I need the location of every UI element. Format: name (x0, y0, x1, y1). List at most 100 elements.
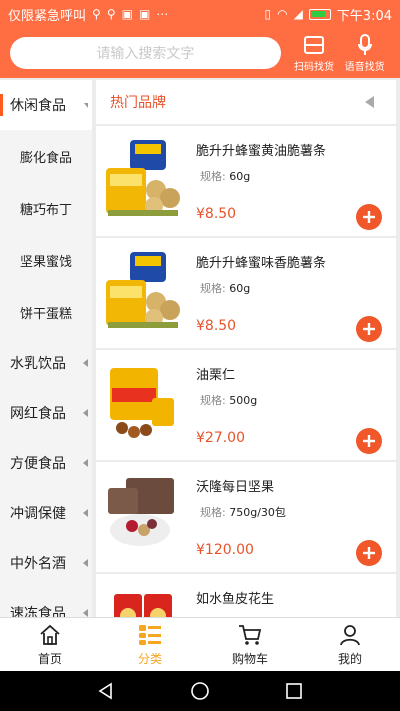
spec-value: 60g (229, 170, 251, 183)
user-icon (339, 622, 361, 648)
home-circle-icon[interactable] (190, 681, 210, 701)
sidebar-item-frozen[interactable]: 速冻食品 (0, 588, 92, 617)
plus-icon (363, 323, 375, 335)
vibrate-icon: ▯ (264, 7, 272, 21)
scan-label: 扫码找货 (294, 61, 335, 73)
usb-icon: ⚲ (92, 7, 101, 21)
product-card[interactable]: 如水鱼皮花生 规格: 200g (96, 574, 396, 617)
spec-value: 750g/30包 (229, 506, 286, 519)
product-image (102, 138, 184, 220)
chevron-left-icon (83, 559, 88, 567)
scan-button[interactable]: 扫码找货 (289, 34, 340, 73)
nav-label: 首页 (37, 652, 62, 666)
nav-label: 购物车 (231, 652, 268, 666)
spec-value: 500g (229, 394, 258, 407)
microphone-icon (357, 33, 373, 56)
product-price: ¥120.00 (196, 542, 254, 558)
sidebar-item-drinks[interactable]: 水乳饮品 (0, 338, 92, 388)
sidebar-item-label: 方便食品 (10, 456, 66, 472)
product-spec: 规格: 60g (200, 280, 250, 296)
plus-icon (363, 435, 375, 447)
subcategory-candy-pudding[interactable]: 糖巧布丁 (0, 182, 92, 234)
product-name: 脆升升蜂蜜黄油脆薯条 (196, 144, 327, 159)
product-card[interactable]: 沃隆每日坚果 规格: 750g/30包 ¥120.00 (96, 462, 396, 572)
spec-prefix: 规格: (200, 170, 226, 183)
sidebar-item-instant[interactable]: 方便食品 (0, 438, 92, 488)
nav-category[interactable]: 分类 (100, 618, 200, 671)
header: 请输入搜索文字 扫码找货 语音找货 (0, 28, 400, 78)
home-icon (39, 622, 61, 648)
sidebar-item-liquor[interactable]: 中外名酒 (0, 538, 92, 588)
status-bar: 仅限紧急呼叫 ⚲ ⚲ ▣ ▣ ⋯ ▯ ◠ ◢ 下午3:04 (0, 0, 400, 28)
sidebar-item-label: 中外名酒 (10, 556, 66, 572)
sidebar-item-health[interactable]: 冲调保健 (0, 488, 92, 538)
sidebar-item-label: 网红食品 (10, 406, 66, 422)
add-to-cart-button[interactable] (356, 316, 382, 342)
nav-cart[interactable]: 购物车 (200, 618, 300, 671)
product-spec: 规格: 750g/30包 (200, 504, 286, 520)
collapse-arrow-icon[interactable] (365, 96, 374, 108)
nav-profile[interactable]: 我的 (300, 618, 400, 671)
add-to-cart-button[interactable] (356, 428, 382, 454)
add-to-cart-button[interactable] (356, 204, 382, 230)
product-price: ¥8.50 (196, 206, 237, 222)
sidebar-item-trending[interactable]: 网红食品 (0, 388, 92, 438)
product-price: ¥27.00 (196, 430, 245, 446)
section-header[interactable]: 热门品牌 (96, 80, 396, 124)
category-icon (138, 622, 162, 648)
product-price: ¥8.50 (196, 318, 237, 334)
product-image (102, 250, 184, 332)
chevron-down-icon (84, 103, 88, 108)
search-input[interactable]: 请输入搜索文字 (10, 37, 281, 69)
system-nav-bar (0, 671, 400, 711)
subcategory-biscuits-cakes[interactable]: 饼干蛋糕 (0, 286, 92, 338)
subcategory-nuts-preserves[interactable]: 坚果蜜饯 (0, 234, 92, 286)
app-notification-icon: ▣ (121, 7, 133, 21)
status-time: 下午3:04 (336, 8, 392, 24)
chevron-left-icon (83, 509, 88, 517)
back-icon[interactable] (97, 682, 115, 700)
subcategory-label: 饼干蛋糕 (19, 306, 72, 322)
sidebar-item-label: 冲调保健 (10, 506, 66, 522)
wifi-icon: ◠ (277, 7, 288, 21)
product-list-panel: 热门品牌 脆升升蜂蜜黄油脆薯条 规格: 60g ¥8.50 脆升升蜂蜜味香脆薯条… (96, 80, 396, 617)
product-card[interactable]: 脆升升蜂蜜味香脆薯条 规格: 60g ¥8.50 (96, 238, 396, 348)
category-sidebar: 休闲食品 膨化食品 糖巧布丁 坚果蜜饯 饼干蛋糕 水乳饮品 网红食品 方便食品 … (0, 80, 92, 617)
sidebar-item-label: 水乳饮品 (10, 356, 66, 372)
product-image (102, 474, 184, 556)
nav-home[interactable]: 首页 (0, 618, 100, 671)
sidebar-item-snacks[interactable]: 休闲食品 (0, 80, 92, 130)
spec-value: 60g (229, 282, 251, 295)
carrier-text: 仅限紧急呼叫 (8, 8, 87, 24)
subcategory-puffed-food[interactable]: 膨化食品 (0, 130, 92, 182)
product-spec: 规格: 60g (200, 168, 250, 184)
product-image (102, 362, 184, 444)
search-placeholder: 请输入搜索文字 (96, 46, 195, 62)
spec-prefix: 规格: (200, 282, 226, 295)
product-name: 沃隆每日坚果 (196, 480, 275, 495)
sidebar-item-label: 休闲食品 (10, 98, 66, 114)
product-image (102, 586, 184, 617)
product-name: 油栗仁 (196, 368, 236, 383)
recents-icon[interactable] (285, 682, 303, 700)
battery-icon (308, 8, 331, 20)
signal-icon: ◢ (293, 7, 303, 21)
chevron-left-icon (83, 409, 88, 417)
sidebar-item-label: 速冻食品 (10, 606, 66, 617)
product-name: 如水鱼皮花生 (196, 592, 275, 607)
usb-debug-icon: ⚲ (106, 7, 116, 21)
bottom-nav: 首页 分类 购物车 我的 (0, 617, 400, 671)
image-notification-icon: ▣ (138, 7, 151, 21)
more-notifications-icon: ⋯ (156, 7, 169, 21)
product-name: 脆升升蜂蜜味香脆薯条 (196, 256, 327, 271)
spec-prefix: 规格: (200, 394, 226, 407)
spec-prefix: 规格: (200, 506, 226, 519)
product-card[interactable]: 脆升升蜂蜜黄油脆薯条 规格: 60g ¥8.50 (96, 126, 396, 236)
nav-label: 分类 (137, 652, 162, 666)
voice-button[interactable]: 语音找货 (339, 33, 390, 73)
add-to-cart-button[interactable] (356, 540, 382, 566)
chevron-left-icon (83, 609, 88, 617)
plus-icon (363, 547, 375, 559)
subcategory-label: 坚果蜜饯 (19, 254, 72, 270)
product-card[interactable]: 油栗仁 规格: 500g ¥27.00 (96, 350, 396, 460)
